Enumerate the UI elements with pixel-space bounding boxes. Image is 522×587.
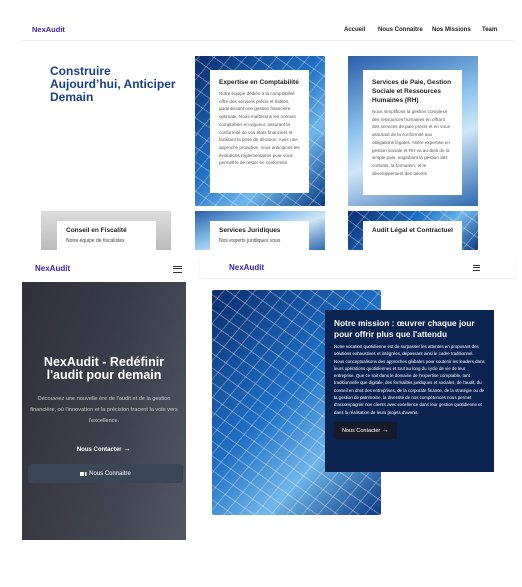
service-card-fiscalite[interactable]: Conseil en Fiscalité Notre équipe de fis… [57, 221, 156, 253]
nav-team[interactable]: Team [482, 27, 497, 33]
know-us-button[interactable]: Nous Connaitre [28, 464, 183, 483]
contact-button[interactable]: Nous Contacter → [334, 421, 397, 439]
video-icon [80, 471, 86, 476]
service-card-audit[interactable]: Audit Légal et Contractuel [363, 221, 462, 253]
page-headline: Construire Aujourd’hui, Anticiper Demain [50, 64, 176, 104]
know-us-label: Nous Connaitre [89, 470, 131, 477]
nav-nos-missions[interactable]: Nos Missions [432, 27, 471, 33]
nav-divider [22, 40, 515, 41]
nav-accueil[interactable]: Accueil [344, 27, 365, 33]
contact-label: Nous Contacter [76, 447, 122, 453]
nav-nous-connaitre[interactable]: Nous Connaitre [378, 27, 423, 33]
contact-button[interactable]: Nous Contacter → [22, 444, 186, 453]
card-title: Expertise en Comptabilité [219, 79, 299, 86]
hero-subtitle: Découvrez une nouvelle ère de l'audit et… [30, 396, 178, 424]
card-title: Audit Légal et Contractuel [372, 227, 453, 234]
mission-title: Notre mission : œuvrer chaque jour pour … [334, 318, 475, 339]
logo[interactable]: NexAudit [35, 264, 70, 273]
hamburger-icon[interactable] [173, 266, 182, 273]
card-title: Services de Paie, Gestion Sociale et Res… [372, 79, 452, 104]
logo[interactable]: NexAudit [32, 25, 65, 34]
card-text: Nos experts juridiques vous [219, 238, 281, 244]
card-text: Notre équipe de fiscalistes [66, 238, 125, 244]
card-text: Notre équipe dédiée à la comptabilité of… [219, 91, 300, 166]
service-card-comptabilite[interactable]: Expertise en Comptabilité Notre équipe d… [210, 70, 309, 193]
card-title: Conseil en Fiscalité [66, 227, 127, 234]
service-card-paie-rh[interactable]: Services de Paie, Gestion Sociale et Res… [363, 70, 462, 195]
arrow-right-icon: → [123, 444, 132, 453]
logo[interactable]: NexAudit [229, 263, 264, 272]
hamburger-icon[interactable] [473, 265, 480, 271]
contact-label: Nous Contacter [342, 427, 381, 434]
mission-text: Notre vocation quotidienne est de surpas… [334, 344, 485, 415]
card-text: Nous simplifions la gestion complexe des… [372, 109, 450, 176]
hero-title: NexAudit - Redéfinir l'audit pour demain [43, 355, 165, 382]
service-card-juridiques[interactable]: Services Juridiques Nos experts juridiqu… [210, 221, 309, 253]
mission-box: Notre mission : œuvrer chaque jour pour … [325, 310, 494, 472]
arrow-right-icon: → [381, 426, 389, 434]
card-title: Services Juridiques [219, 227, 281, 234]
